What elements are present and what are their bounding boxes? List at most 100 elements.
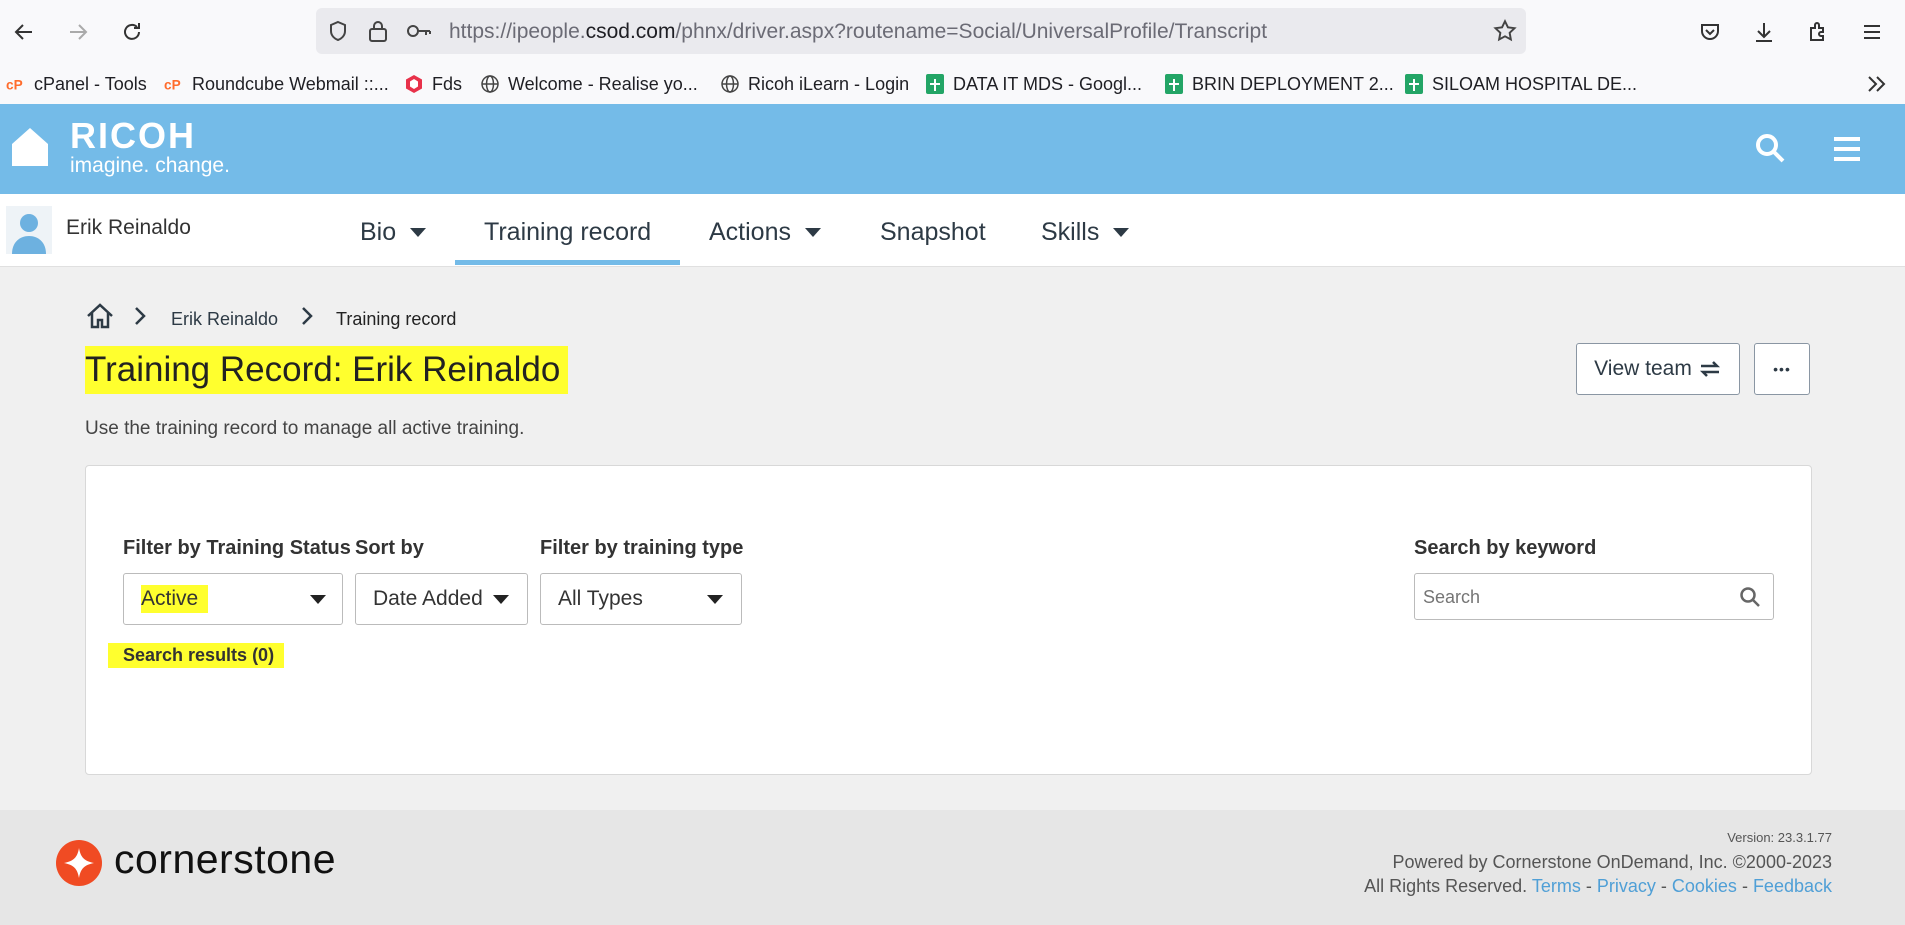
cornerstone-logo-icon xyxy=(56,840,102,891)
caret-down-icon xyxy=(804,228,821,237)
bookmark-siloam[interactable]: SILOAM HOSPITAL DE... xyxy=(1404,70,1637,98)
active-tab-indicator xyxy=(455,260,680,265)
brand-logo[interactable]: RICOH xyxy=(70,118,196,154)
hamburger-menu-icon[interactable] xyxy=(1832,136,1862,167)
caret-down-icon xyxy=(493,595,509,604)
bookmark-label: DATA IT MDS - Googl... xyxy=(953,73,1143,94)
sheets-icon xyxy=(1404,74,1424,94)
chevron-double-right-icon[interactable] xyxy=(1866,74,1888,99)
status-filter-value: Active xyxy=(141,585,209,613)
footer-powered: Powered by Cornerstone OnDemand, Inc. ©2… xyxy=(1392,852,1832,872)
type-filter-value: All Types xyxy=(558,587,643,610)
sort-value: Date Added xyxy=(373,587,483,610)
bookmark-ricoh-ilearn[interactable]: Ricoh iLearn - Login xyxy=(720,70,909,98)
app-header: RICOH imagine. change. xyxy=(0,104,1905,194)
search-results-count: Search results (0) xyxy=(108,643,285,668)
tab-training-record[interactable]: Training record xyxy=(484,218,651,247)
caret-down-icon xyxy=(707,595,723,604)
bookmark-label: SILOAM HOSPITAL DE... xyxy=(1432,73,1638,94)
fds-icon xyxy=(404,74,424,94)
back-icon[interactable] xyxy=(6,14,42,50)
tab-label: Actions xyxy=(709,218,791,246)
bookmark-label: Roundcube Webmail ::... xyxy=(192,73,389,94)
sheets-icon xyxy=(1164,74,1184,94)
footer-link-privacy[interactable]: Privacy xyxy=(1597,876,1656,896)
footer-legal: All Rights Reserved. Terms - Privacy - C… xyxy=(1364,876,1832,896)
footer-rights: All Rights Reserved. xyxy=(1364,876,1528,896)
bookmark-label: cPanel - Tools xyxy=(34,73,147,94)
type-filter-label: Filter by training type xyxy=(540,537,744,559)
bookmark-welcome[interactable]: Welcome - Realise yo... xyxy=(480,70,698,98)
bookmark-cpanel[interactable]: cP cPanel - Tools xyxy=(6,70,147,98)
svg-text:cP: cP xyxy=(164,77,181,92)
avatar[interactable] xyxy=(6,206,52,259)
lock-icon[interactable] xyxy=(367,19,389,48)
caret-down-icon xyxy=(1113,228,1130,237)
browser-toolbar: https://ipeople.csod.com/phnx/driver.asp… xyxy=(0,0,1905,64)
bookmark-brin[interactable]: BRIN DEPLOYMENT 2... xyxy=(1164,70,1394,98)
profile-nav: Erik Reinaldo Bio Training record Action… xyxy=(0,194,1905,267)
menu-icon[interactable] xyxy=(1854,14,1890,50)
key-icon[interactable] xyxy=(406,21,432,46)
caret-down-icon xyxy=(310,595,326,604)
more-options-button[interactable]: ••• xyxy=(1754,343,1810,395)
url-path: /phnx/driver.aspx?routename=Social/Unive… xyxy=(675,20,1268,43)
view-team-button[interactable]: View team xyxy=(1576,343,1740,395)
brand-tagline: imagine. change. xyxy=(70,154,230,177)
cornerstone-brand: cornerstone xyxy=(114,836,337,882)
training-filter-card: Filter by Training Status Active Sort by… xyxy=(85,465,1812,775)
caret-down-icon xyxy=(410,228,427,237)
footer-link-cookies[interactable]: Cookies xyxy=(1672,876,1737,896)
sort-select[interactable]: Date Added xyxy=(355,573,528,625)
url-text[interactable]: https://ipeople.csod.com/phnx/driver.asp… xyxy=(449,20,1267,44)
tab-label: Training record xyxy=(484,218,652,246)
download-icon[interactable] xyxy=(1746,14,1782,50)
star-bookmark-icon[interactable] xyxy=(1492,18,1518,49)
url-domain: csod.com xyxy=(585,20,676,43)
sheets-icon xyxy=(925,74,945,94)
tab-skills[interactable]: Skills xyxy=(1041,218,1130,247)
bookmark-roundcube[interactable]: cP Roundcube Webmail ::... xyxy=(164,70,389,98)
bookmark-label: Welcome - Realise yo... xyxy=(508,73,698,94)
breadcrumb-item-user[interactable]: Erik Reinaldo xyxy=(171,309,278,330)
footer-link-feedback[interactable]: Feedback xyxy=(1753,876,1832,896)
home-breadcrumb-icon[interactable] xyxy=(85,302,115,335)
ellipsis-icon: ••• xyxy=(1773,361,1791,377)
pocket-icon[interactable] xyxy=(1692,14,1728,50)
keyword-search-input[interactable] xyxy=(1421,582,1725,612)
status-filter-select[interactable]: Active xyxy=(123,573,343,625)
tab-snapshot[interactable]: Snapshot xyxy=(880,218,986,247)
footer: cornerstone Version: 23.3.1.77 Powered b… xyxy=(0,810,1905,925)
breadcrumb-item-current: Training record xyxy=(336,309,457,329)
cpanel-icon: cP xyxy=(164,74,184,94)
status-filter-label: Filter by Training Status xyxy=(123,537,351,559)
tab-label: Skills xyxy=(1041,218,1100,246)
chevron-right-icon xyxy=(133,305,147,332)
footer-version: Version: 23.3.1.77 xyxy=(1727,830,1832,845)
tab-actions[interactable]: Actions xyxy=(709,218,821,247)
bookmarks-bar: cP cPanel - Tools cP Roundcube Webmail :… xyxy=(0,64,1905,105)
forward-icon[interactable] xyxy=(60,14,96,50)
profile-user-name: Erik Reinaldo xyxy=(66,216,191,239)
bookmark-data-it[interactable]: DATA IT MDS - Googl... xyxy=(925,70,1142,98)
view-team-label: View team xyxy=(1594,357,1692,380)
bookmark-fds[interactable]: Fds xyxy=(404,70,462,98)
tab-bio[interactable]: Bio xyxy=(360,218,427,247)
search-icon[interactable] xyxy=(1739,586,1761,613)
bookmark-label: BRIN DEPLOYMENT 2... xyxy=(1192,73,1394,94)
url-prefix: https://ipeople. xyxy=(449,20,586,43)
address-bar[interactable]: https://ipeople.csod.com/phnx/driver.asp… xyxy=(316,8,1526,54)
search-icon[interactable] xyxy=(1754,132,1786,169)
tab-label: Bio xyxy=(360,218,397,246)
tab-label: Snapshot xyxy=(880,218,986,246)
bookmark-label: Fds xyxy=(432,73,463,94)
extensions-icon[interactable] xyxy=(1800,14,1836,50)
footer-link-terms[interactable]: Terms xyxy=(1532,876,1581,896)
home-icon[interactable] xyxy=(10,126,50,173)
type-filter-select[interactable]: All Types xyxy=(540,573,742,625)
shield-icon[interactable] xyxy=(326,19,350,48)
bookmark-label: Ricoh iLearn - Login xyxy=(748,73,910,94)
globe-icon xyxy=(480,74,500,94)
reload-icon[interactable] xyxy=(114,14,150,50)
swap-icon xyxy=(1698,359,1722,379)
